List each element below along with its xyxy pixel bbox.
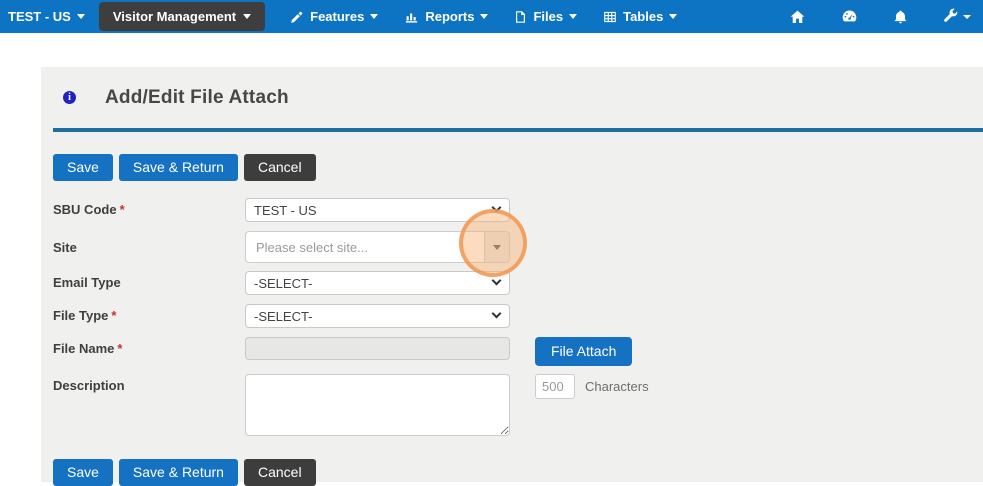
nav-left-group: TEST - US Visitor Management Features Re… [0,0,690,33]
file-type-label: File Type * [53,308,117,323]
top-navbar: TEST - US Visitor Management Features Re… [0,0,983,33]
email-type-row: Email Type -SELECT- [53,271,983,295]
file-name-input [245,337,510,360]
file-type-row: File Type * -SELECT- [53,304,983,328]
save-return-button[interactable]: Save & Return [118,154,238,181]
nav-item-features[interactable]: Features [277,0,391,33]
email-type-select-wrap: -SELECT- [245,271,510,295]
nav-item-files[interactable]: Files [501,0,590,33]
email-type-label: Email Type [53,275,121,290]
file-name-row: File Name * File Attach [53,337,983,366]
bar-chart-icon [406,13,418,23]
home-icon [790,10,805,23]
top-button-toolbar: Save Save & Return Cancel [41,132,983,181]
chevron-down-icon [370,14,379,19]
page-header: i Add/Edit File Attach [41,67,983,128]
dashboard-button[interactable] [840,8,859,25]
info-icon[interactable]: i [63,91,76,104]
required-asterisk: * [117,341,123,356]
file-type-select[interactable]: -SELECT- [245,304,510,328]
file-icon [516,10,526,23]
dashboard-icon [842,10,857,22]
chevron-down-icon [963,14,971,19]
char-count-label: Characters [585,379,649,394]
page-title: Add/Edit File Attach [105,86,289,108]
table-icon [604,11,616,22]
content-panel: i Add/Edit File Attach Save Save & Retur… [41,67,983,486]
site-combobox [245,231,510,263]
nav-item-tables[interactable]: Tables [590,0,690,33]
caret-down-icon [493,244,501,250]
description-field-col [245,374,510,441]
nav-item-label: Tables [623,9,664,24]
settings-button[interactable] [942,8,971,25]
nav-item-label: Files [533,9,564,24]
sbu-code-select-wrap: TEST - US [245,198,510,222]
cancel-button[interactable]: Cancel [243,154,316,181]
description-row: Description Characters [53,374,983,441]
char-counter-col: Characters [535,374,649,399]
file-name-field-col [245,337,510,360]
bell-icon [894,10,907,23]
site-label: Site [53,240,77,255]
site-row: Site [53,231,983,263]
sbu-code-select[interactable]: TEST - US [245,198,510,222]
email-type-select[interactable]: -SELECT- [245,271,510,295]
nav-item-label: Reports [425,9,475,24]
char-count-box [535,374,575,399]
home-button[interactable] [789,9,806,25]
pencil-icon [291,11,303,23]
chevron-down-icon [569,14,578,19]
required-asterisk: * [119,202,125,217]
nav-item-reports[interactable]: Reports [391,0,501,33]
required-asterisk: * [111,308,117,323]
site-dropdown-button[interactable] [484,231,510,263]
file-attach-button[interactable]: File Attach [535,337,633,366]
sbu-code-label: SBU Code * [53,202,125,217]
nav-right-group [755,0,983,33]
wrench-icon [944,8,958,22]
nav-brand-label: TEST - US [8,9,71,24]
notifications-button[interactable] [893,9,908,25]
site-input[interactable] [245,231,484,263]
chevron-down-icon [243,14,252,19]
nav-brand-dropdown[interactable]: TEST - US [0,0,95,33]
file-name-label: File Name * [53,341,123,356]
nav-item-visitor-management[interactable]: Visitor Management [98,2,266,31]
sbu-code-row: SBU Code * TEST - US [53,198,983,222]
save-button[interactable]: Save [53,154,113,181]
description-textarea[interactable] [245,374,510,436]
file-type-select-wrap: -SELECT- [245,304,510,328]
nav-active-label: Visitor Management [112,9,237,24]
file-attach-col: File Attach [535,337,633,366]
bottom-button-toolbar: Save Save & Return Cancel [41,441,983,486]
chevron-down-icon [480,14,489,19]
file-attach-form: SBU Code* TEST - US Site Email Type -SEL… [41,181,983,441]
chevron-down-icon [76,14,85,19]
nav-item-label: Features [310,9,365,24]
chevron-down-icon [669,14,678,19]
description-label: Description [53,378,125,393]
